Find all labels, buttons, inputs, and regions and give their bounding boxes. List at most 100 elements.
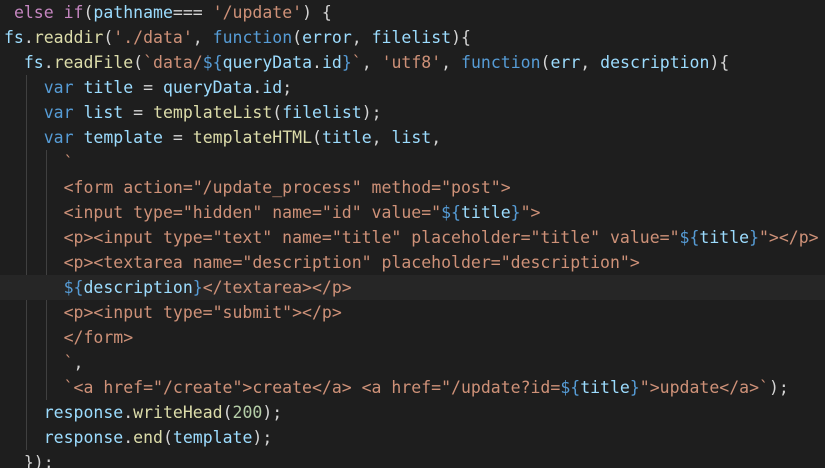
code-token: ` <box>63 353 74 372</box>
code-token: id <box>262 78 283 97</box>
code-token: var <box>43 103 74 122</box>
code-line[interactable]: else if(pathname=== '/update') { <box>0 0 332 25</box>
code-token: <p><input type="text" name="title" place… <box>63 228 680 247</box>
code-line[interactable]: fs.readdir('./data', function(error, fil… <box>0 25 471 50</box>
code-line[interactable]: <p><input type="text" name="title" place… <box>0 225 819 250</box>
code-token: ){ <box>451 28 471 47</box>
code-token: ( <box>272 103 283 122</box>
code-line[interactable]: `, <box>0 350 84 375</box>
code-token: "> <box>520 203 541 222</box>
code-token: writeHead <box>133 403 223 422</box>
code-token: function <box>461 53 541 72</box>
code-token: var <box>43 128 74 147</box>
code-token: , <box>192 28 213 47</box>
code-token: ( <box>83 3 94 22</box>
code-token: list <box>391 128 432 147</box>
code-line[interactable]: `<a href="/create">create</a> <a href="/… <box>0 375 789 400</box>
code-line[interactable]: <p><textarea name="description" placehol… <box>0 250 640 275</box>
code-token: = <box>162 128 193 147</box>
code-token: title <box>83 78 134 97</box>
code-token: <input type="hidden" name="id" value=" <box>63 203 442 222</box>
code-token: fs <box>23 53 44 72</box>
code-token: ); <box>252 428 273 447</box>
code-line[interactable]: response.writeHead(200); <box>0 400 282 425</box>
code-line[interactable]: <p><input type="submit"></p> <box>0 300 342 325</box>
code-token: ) { <box>302 3 332 22</box>
code-token: description <box>83 278 193 297</box>
code-line[interactable]: </form> <box>0 325 134 350</box>
code-token: response <box>43 403 124 422</box>
code-token: queryData <box>222 53 312 72</box>
code-token: = <box>133 78 163 97</box>
code-token: . <box>252 78 263 97</box>
code-token: ( <box>222 403 233 422</box>
code-line[interactable]: <input type="hidden" name="id" value="${… <box>0 200 541 225</box>
code-token: readdir <box>33 28 104 47</box>
code-token: ){ <box>709 53 730 72</box>
code-line[interactable]: var template = templateHTML(title, list, <box>0 125 441 150</box>
code-token: . <box>312 53 322 72</box>
code-token: ( <box>103 28 114 47</box>
code-token: title <box>580 378 630 397</box>
code-line[interactable]: var title = queryData.id; <box>0 75 292 100</box>
code-line[interactable]: <form action="/update_process" method="p… <box>0 175 511 200</box>
code-token: ; <box>282 78 293 97</box>
code-line[interactable]: var list = templateList(filelist); <box>0 100 382 125</box>
code-token: } <box>629 378 640 397</box>
code-token: list <box>83 103 124 122</box>
code-token: ${ <box>63 278 84 297</box>
code-line[interactable]: response.end(template); <box>0 425 273 450</box>
code-token: `<a href="/create">create</a> <a href="/… <box>63 378 561 397</box>
code-token: '/update' <box>212 3 303 22</box>
code-line[interactable]: ` <box>0 150 74 175</box>
code-token: <form action="/update_process" method="p… <box>63 178 511 197</box>
code-token: . <box>23 28 34 47</box>
code-line[interactable]: fs.readFile(`data/${queryData.id}`, 'utf… <box>0 50 729 75</box>
code-token: , <box>371 128 392 147</box>
code-token: var <box>43 78 74 97</box>
code-token: } <box>192 278 203 297</box>
code-token: ); <box>361 103 382 122</box>
code-token: error <box>302 28 352 47</box>
code-token: err <box>550 53 581 72</box>
code-token: } <box>749 228 759 247</box>
code-token: filelist <box>371 28 452 47</box>
code-editor[interactable]: else if(pathname=== '/update') {fs.readd… <box>0 0 825 468</box>
code-token: filelist <box>282 103 362 122</box>
code-token: 200 <box>232 403 263 422</box>
code-token: title <box>460 203 511 222</box>
code-token: , <box>73 353 84 372</box>
code-token: `data/ <box>143 53 203 72</box>
code-token: </textarea></p> <box>202 278 352 297</box>
code-token: ">update</a>` <box>639 378 769 397</box>
code-token: ` <box>63 153 74 172</box>
code-token: , <box>580 53 601 72</box>
code-line[interactable]: }); <box>0 450 54 468</box>
code-token: ${ <box>679 228 700 247</box>
code-token: templateHTML <box>192 128 313 147</box>
code-token: } <box>341 53 352 72</box>
code-token: description <box>600 53 710 72</box>
code-token: ${ <box>441 203 461 222</box>
code-line[interactable]: ${description}</textarea></p> <box>0 275 825 300</box>
code-token: ${ <box>560 378 581 397</box>
code-token: end <box>133 428 163 447</box>
code-token: ( <box>133 53 144 72</box>
code-token: , <box>351 28 372 47</box>
code-token: fs <box>4 28 24 47</box>
code-token: </form> <box>63 328 134 347</box>
code-token: , <box>441 53 462 72</box>
code-token: readFile <box>53 53 134 72</box>
